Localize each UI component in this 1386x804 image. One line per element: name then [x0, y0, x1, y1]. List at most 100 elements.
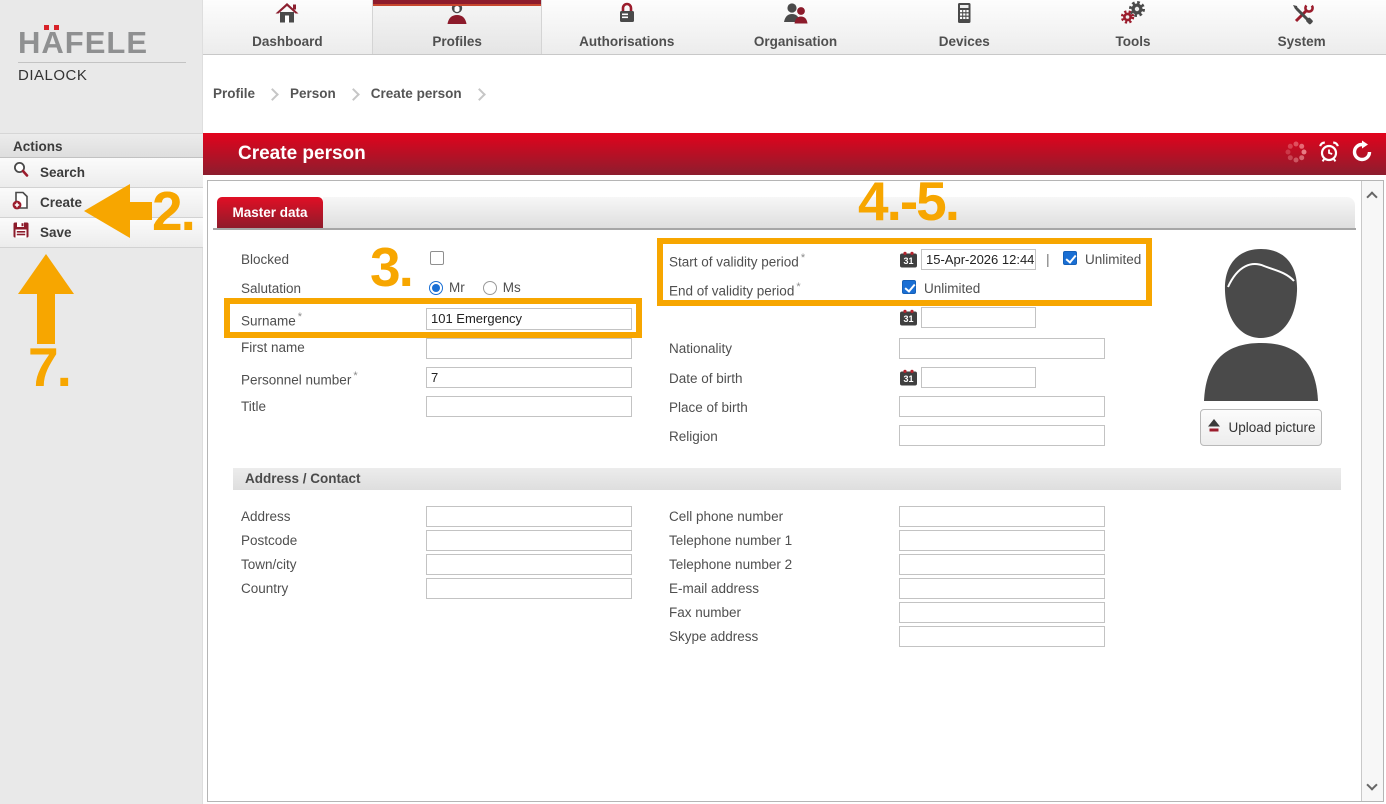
nav-system[interactable]: System	[1217, 0, 1386, 54]
calendar-icon[interactable]: 31	[900, 369, 917, 391]
action-search[interactable]: Search	[0, 158, 203, 188]
nav-dashboard[interactable]: Dashboard	[203, 0, 372, 54]
personnel-number-input[interactable]: 7	[426, 367, 632, 388]
salutation-ms-radio[interactable]	[483, 281, 497, 295]
field-row: Town/city	[241, 552, 632, 576]
cell-phone-number-input[interactable]	[899, 506, 1105, 527]
address-contact-section-header: Address / Contact	[233, 468, 1341, 490]
save-floppy-icon	[12, 221, 30, 244]
start-unlimited-checkbox[interactable]	[1063, 251, 1077, 265]
actions-panel: Actions Search Create Save	[0, 133, 203, 248]
salutation-label: Salutation	[241, 281, 301, 296]
hafele-logo: HAFELE DIALOCK	[18, 26, 188, 84]
nav-organisation-label: Organisation	[754, 34, 837, 49]
salutation-radio-group: Mr Ms	[429, 280, 521, 295]
place-of-birth-input[interactable]	[899, 396, 1105, 417]
fax-number-input[interactable]	[899, 602, 1105, 623]
field-label: Telephone number 2	[669, 557, 899, 572]
telephone-number-1-input[interactable]	[899, 530, 1105, 551]
field-row: E-mail address	[669, 576, 1105, 600]
field-label: Cell phone number	[669, 509, 899, 524]
end-unlimited-label: Unlimited	[924, 281, 980, 296]
postcode-input[interactable]	[426, 530, 632, 551]
tab-master-data[interactable]: Master data	[217, 197, 323, 228]
title-input[interactable]	[426, 396, 632, 417]
field-row: Skype address	[669, 624, 1105, 648]
action-save-label: Save	[40, 225, 72, 240]
e-mail-address-input[interactable]	[899, 578, 1105, 599]
end-validity-date-input[interactable]	[921, 307, 1036, 328]
field-row: Telephone number 1	[669, 528, 1105, 552]
nav-organisation[interactable]: Organisation	[711, 0, 880, 54]
page-header: Create person	[203, 133, 1386, 175]
field-row: Telephone number 2	[669, 552, 1105, 576]
nav-profiles[interactable]: Profiles	[372, 0, 543, 54]
address-left-column: AddressPostcodeTown/cityCountry	[241, 504, 632, 600]
gears-icon	[1118, 0, 1148, 32]
calendar-icon[interactable]: 31	[900, 309, 917, 331]
blocked-label: Blocked	[241, 252, 289, 267]
sidebar: HAFELE DIALOCK Actions Search Create	[0, 0, 203, 804]
nav-tools[interactable]: Tools	[1049, 0, 1218, 54]
action-create[interactable]: Create	[0, 188, 203, 218]
refresh-icon[interactable]	[1350, 140, 1374, 169]
upload-icon	[1206, 418, 1222, 438]
action-create-label: Create	[40, 195, 82, 210]
brand-umlaut-a: A	[41, 26, 64, 60]
field-label: Telephone number 1	[669, 533, 899, 548]
surname-input[interactable]: 101 Emergency	[426, 308, 632, 330]
town-city-input[interactable]	[426, 554, 632, 575]
breadcrumb: Profile Person Create person	[213, 86, 484, 101]
start-validity-date-input[interactable]: 15-Apr-2026 12:44	[921, 249, 1036, 270]
svg-text:31: 31	[903, 314, 913, 324]
action-save[interactable]: Save	[0, 218, 203, 248]
date-of-birth-input[interactable]	[921, 367, 1036, 388]
breadcrumb-profile[interactable]: Profile	[213, 86, 255, 101]
skype-address-input[interactable]	[899, 626, 1105, 647]
address-input[interactable]	[426, 506, 632, 527]
scroll-down-icon[interactable]	[1366, 779, 1377, 790]
field-row: Fax number	[669, 600, 1105, 624]
brand-letter: H	[18, 25, 41, 60]
first-name-input[interactable]	[426, 338, 632, 359]
breadcrumb-create-person[interactable]: Create person	[371, 86, 462, 101]
separator: |	[1046, 251, 1050, 267]
brand-letters: FELE	[65, 25, 148, 60]
upload-picture-button[interactable]: Upload picture	[1200, 409, 1322, 446]
create-document-icon	[12, 191, 30, 215]
nav-profiles-label: Profiles	[432, 34, 482, 49]
religion-label: Religion	[669, 429, 718, 444]
field-label: Fax number	[669, 605, 899, 620]
tab-strip	[323, 197, 1355, 228]
start-unlimited-label: Unlimited	[1085, 252, 1141, 267]
field-row: Cell phone number	[669, 504, 1105, 528]
surname-label: Surname*	[241, 311, 302, 329]
end-validity-label: End of validity period*	[669, 281, 801, 299]
salutation-mr-radio[interactable]	[429, 281, 443, 295]
field-label: E-mail address	[669, 581, 899, 596]
field-row: Address	[241, 504, 632, 528]
nav-tools-label: Tools	[1115, 34, 1150, 49]
telephone-number-2-input[interactable]	[899, 554, 1105, 575]
nationality-input[interactable]	[899, 338, 1105, 359]
top-navigation: Dashboard Profiles Authorisations Organi…	[203, 0, 1386, 55]
vertical-scrollbar[interactable]	[1361, 181, 1383, 801]
chevron-right-icon	[347, 88, 360, 101]
people-icon	[781, 0, 811, 32]
end-unlimited-checkbox[interactable]	[902, 280, 916, 294]
nav-devices[interactable]: Devices	[880, 0, 1049, 54]
field-label: Postcode	[241, 533, 426, 548]
nav-authorisations[interactable]: Authorisations	[542, 0, 711, 54]
calendar-icon[interactable]: 31	[900, 251, 917, 273]
actions-panel-title: Actions	[0, 133, 203, 158]
title-label: Title	[241, 399, 266, 414]
blocked-checkbox[interactable]	[430, 251, 444, 265]
chevron-right-icon	[266, 88, 279, 101]
scroll-up-icon[interactable]	[1366, 191, 1377, 202]
country-input[interactable]	[426, 578, 632, 599]
religion-input[interactable]	[899, 425, 1105, 446]
wrench-screwdriver-icon	[1288, 0, 1316, 32]
breadcrumb-person[interactable]: Person	[290, 86, 336, 101]
alarm-clock-icon[interactable]	[1317, 140, 1341, 169]
page-header-icons	[1284, 133, 1374, 175]
